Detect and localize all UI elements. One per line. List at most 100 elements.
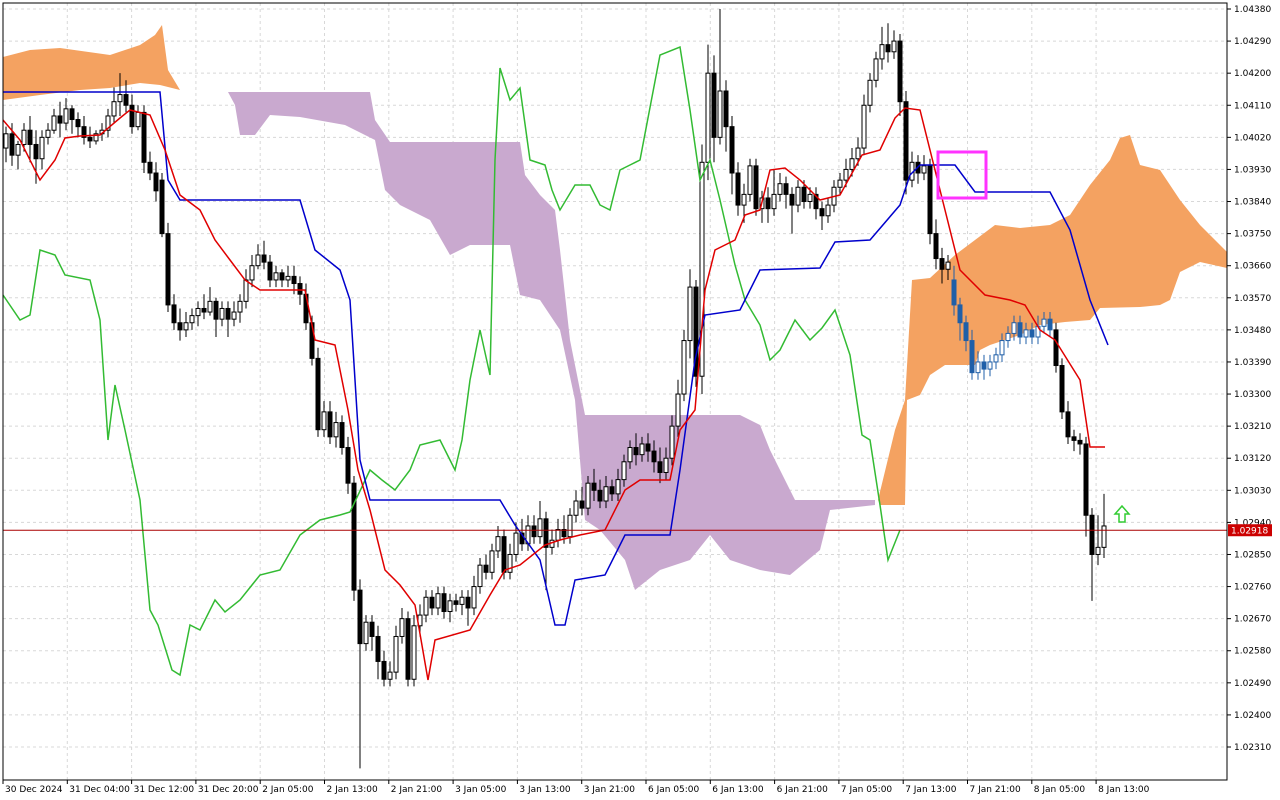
candle-bull bbox=[495, 536, 501, 552]
candle-bear bbox=[123, 94, 129, 106]
candle-bull bbox=[615, 479, 621, 495]
candle-bear bbox=[153, 172, 159, 192]
candle-bull bbox=[63, 108, 69, 124]
current-price-label: 1.02918 bbox=[1231, 527, 1268, 537]
y-tick-label: 1.02850 bbox=[1234, 550, 1271, 560]
candle-bull bbox=[993, 354, 999, 363]
candle-bull bbox=[51, 115, 57, 131]
candle-bear bbox=[543, 518, 549, 548]
y-tick-label: 1.04110 bbox=[1234, 101, 1271, 111]
candle-bear bbox=[441, 593, 447, 613]
candle-bear bbox=[261, 254, 267, 263]
candle-bull bbox=[669, 425, 675, 459]
x-tick-label: 6 Jan 21:00 bbox=[777, 785, 829, 795]
candle-bear bbox=[651, 450, 657, 463]
candle-bear bbox=[1089, 514, 1095, 555]
candle-bull bbox=[477, 564, 483, 588]
candle-bull bbox=[111, 101, 117, 117]
y-tick-label: 1.02580 bbox=[1234, 647, 1271, 657]
candle-bear bbox=[33, 143, 39, 160]
candle-bear bbox=[969, 340, 975, 374]
candle-bull bbox=[255, 254, 261, 267]
x-tick-label: 6 Jan 05:00 bbox=[648, 785, 700, 795]
x-tick-label: 2 Jan 13:00 bbox=[327, 785, 379, 795]
candle-bull bbox=[921, 165, 927, 174]
y-tick-label: 1.04380 bbox=[1234, 5, 1271, 15]
candle-bull bbox=[687, 286, 693, 342]
candle-bull bbox=[855, 147, 861, 160]
candle-bear bbox=[429, 596, 435, 609]
candle-bull bbox=[447, 600, 453, 613]
candle-bear bbox=[927, 165, 933, 235]
candle-bull bbox=[705, 72, 711, 163]
candle-bear bbox=[369, 621, 375, 637]
x-tick-label: 7 Jan 13:00 bbox=[905, 785, 957, 795]
candle-bull bbox=[675, 393, 681, 427]
x-tick-label: 31 Dec 04:00 bbox=[69, 785, 130, 795]
candle-bull bbox=[135, 111, 141, 128]
x-tick-label: 2 Jan 05:00 bbox=[262, 785, 314, 795]
y-tick-label: 1.03750 bbox=[1234, 230, 1271, 240]
candle-bull bbox=[219, 307, 225, 320]
y-tick-label: 1.03210 bbox=[1234, 422, 1271, 432]
candle-bear bbox=[579, 500, 585, 509]
candle-bull bbox=[879, 44, 885, 60]
candle-bear bbox=[819, 208, 825, 217]
candle-bull bbox=[987, 361, 993, 370]
candle-bull bbox=[999, 340, 1005, 356]
candle-bear bbox=[9, 133, 15, 156]
candle-bear bbox=[1017, 322, 1023, 338]
candle-bear bbox=[267, 261, 273, 281]
x-tick-label: 3 Jan 13:00 bbox=[519, 785, 571, 795]
candle-bear bbox=[159, 179, 165, 235]
candle-bear bbox=[903, 101, 909, 181]
candle-bear bbox=[75, 119, 81, 128]
candle-bull bbox=[843, 168, 849, 181]
candle-bear bbox=[279, 272, 285, 281]
candle-bull bbox=[3, 133, 9, 149]
candle-bull bbox=[873, 58, 879, 81]
x-tick-label: 7 Jan 05:00 bbox=[841, 785, 893, 795]
candle-bull bbox=[39, 136, 45, 160]
candle-bear bbox=[57, 115, 63, 124]
candle-bear bbox=[801, 186, 807, 203]
candle-bull bbox=[507, 553, 513, 573]
candle-bull bbox=[435, 593, 441, 609]
candle-bear bbox=[1065, 411, 1071, 438]
y-tick-label: 1.02310 bbox=[1234, 743, 1271, 753]
candle-bear bbox=[297, 283, 303, 295]
candle-bull bbox=[741, 193, 747, 206]
candle-bull bbox=[1041, 318, 1047, 327]
candle-bear bbox=[723, 90, 729, 128]
candle-bear bbox=[1077, 439, 1083, 445]
x-tick-label: 3 Jan 21:00 bbox=[584, 785, 636, 795]
candle-bull bbox=[771, 193, 777, 210]
candle-bull bbox=[21, 129, 27, 145]
candle-bear bbox=[1053, 329, 1059, 367]
x-tick-label: 2 Jan 21:00 bbox=[391, 785, 443, 795]
candle-bear bbox=[789, 193, 795, 206]
candle-bear bbox=[291, 275, 297, 285]
x-tick-label: 31 Dec 12:00 bbox=[134, 785, 195, 795]
candle-bear bbox=[69, 108, 75, 121]
candle-bear bbox=[453, 600, 459, 605]
candle-bear bbox=[783, 183, 789, 195]
candle-bear bbox=[711, 72, 717, 138]
candle-bear bbox=[633, 447, 639, 456]
candle-bull bbox=[585, 482, 591, 509]
candle-bull bbox=[399, 618, 405, 637]
candle-bear bbox=[147, 161, 153, 174]
candle-bear bbox=[339, 422, 345, 449]
candle-bear bbox=[1029, 329, 1035, 338]
ichimoku-candlestick-chart: 1.04380 1.04290 1.04200 1.04110 1.04020 1.039… bbox=[0, 0, 1280, 800]
x-tick-label: 31 Dec 20:00 bbox=[198, 785, 259, 795]
candle-bull bbox=[387, 671, 393, 680]
candle-bull bbox=[975, 361, 981, 374]
candle-bull bbox=[273, 272, 279, 281]
x-tick-label: 6 Jan 13:00 bbox=[712, 785, 764, 795]
candle-bear bbox=[327, 411, 333, 438]
candle-bear bbox=[129, 104, 135, 128]
candle-bull bbox=[627, 447, 633, 463]
y-tick-label: 1.02670 bbox=[1234, 615, 1271, 625]
x-tick-label: 8 Jan 05:00 bbox=[1034, 785, 1086, 795]
